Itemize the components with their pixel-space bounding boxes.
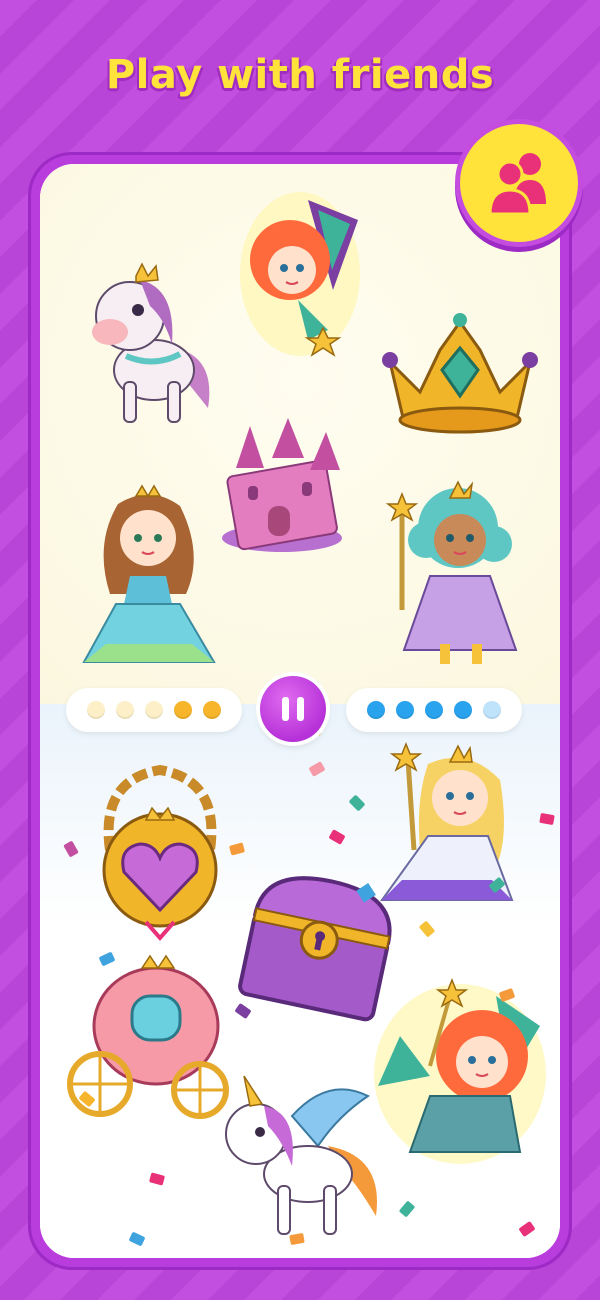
progress-dot <box>145 701 163 719</box>
progress-dot <box>425 701 443 719</box>
fairy-wand-sticker[interactable] <box>376 480 526 670</box>
page-title: Play with friends <box>105 52 495 98</box>
friends-button[interactable] <box>460 124 578 242</box>
heart-locket-sticker[interactable] <box>90 760 230 946</box>
progress-dot <box>454 701 472 719</box>
progress-dot <box>367 701 385 719</box>
pony-sticker[interactable] <box>80 258 220 432</box>
pause-icon <box>297 697 304 721</box>
unicorn-sticker[interactable] <box>208 1075 384 1246</box>
fairy-sticker[interactable] <box>238 190 362 358</box>
progress-dot <box>116 701 134 719</box>
player-two-progress <box>346 688 522 732</box>
fairy-sticker-2[interactable] <box>370 976 548 1166</box>
princess-sticker[interactable] <box>76 484 222 670</box>
progress-dot <box>87 701 105 719</box>
progress-dot <box>174 701 192 719</box>
progress-dot <box>396 701 414 719</box>
two-users-icon <box>488 153 546 216</box>
player-one-progress <box>66 688 242 732</box>
crown-sticker[interactable] <box>382 312 538 436</box>
progress-dot <box>483 701 501 719</box>
castle-sticker[interactable] <box>212 414 360 556</box>
progress-dot <box>203 701 221 719</box>
pause-button[interactable] <box>260 676 326 742</box>
pause-icon <box>282 697 289 721</box>
